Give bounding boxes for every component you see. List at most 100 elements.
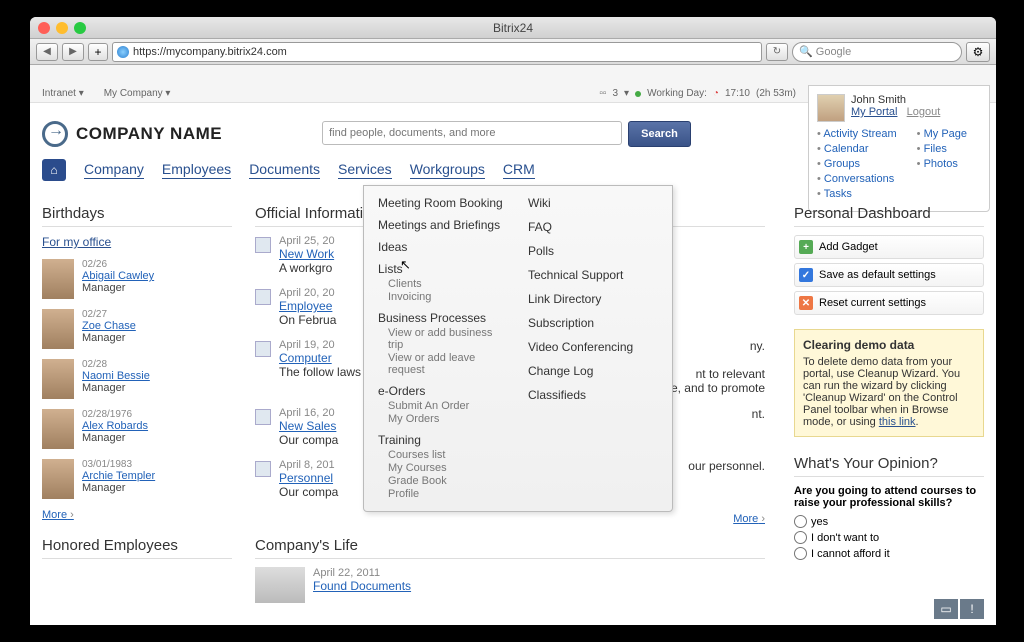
dropdown-item[interactable]: Wiki [528, 196, 658, 210]
browser-toolbar: ◀ ▶ + https://mycompany.bitrix24.com ↻ 🔍… [30, 39, 996, 65]
avatar[interactable] [42, 409, 74, 449]
dropdown-item[interactable]: Link Directory [528, 292, 658, 306]
nav-services[interactable]: Services [338, 161, 392, 179]
nav-crm[interactable]: CRM [503, 161, 535, 179]
action-icon: ✓ [799, 268, 813, 282]
birthday-name-link[interactable]: Abigail Cawley [82, 270, 154, 282]
minimize-icon[interactable] [56, 22, 68, 34]
dropdown-subitem[interactable]: Submit An Order [388, 400, 508, 412]
dropdown-item[interactable]: e-Orders [378, 384, 508, 398]
doc-icon [255, 341, 271, 357]
home-icon[interactable]: ⌂ [42, 159, 66, 181]
news-more-link[interactable]: More [733, 513, 765, 525]
logout-link[interactable]: Logout [907, 106, 941, 118]
avatar[interactable] [42, 259, 74, 299]
life-title[interactable]: Found Documents [313, 579, 411, 593]
user-link[interactable]: Groups [817, 158, 897, 170]
clock-icon: ◔ [713, 88, 719, 99]
for-my-office-link[interactable]: For my office [42, 235, 232, 249]
chat-icon[interactable]: ▭ [934, 599, 958, 619]
zoom-icon[interactable] [74, 22, 86, 34]
user-link[interactable]: Calendar [817, 143, 897, 155]
dropdown-item[interactable]: Video Conferencing [528, 340, 658, 354]
dropdown-subitem[interactable]: Clients [388, 278, 508, 290]
radio-input[interactable] [794, 531, 807, 544]
user-link[interactable]: Files [917, 143, 967, 155]
gear-icon[interactable]: ⚙ [966, 42, 990, 62]
dropdown-subitem[interactable]: Profile [388, 488, 508, 500]
dropdown-item[interactable]: Technical Support [528, 268, 658, 282]
search-placeholder: Google [816, 46, 851, 58]
dashboard-button-label: Save as default settings [819, 269, 936, 281]
dashboard-button-label: Reset current settings [819, 297, 926, 309]
user-link[interactable]: Tasks [817, 188, 897, 200]
dropdown-item[interactable]: Business Processes [378, 311, 508, 325]
nav-documents[interactable]: Documents [249, 161, 320, 179]
add-tab-button[interactable]: + [88, 43, 108, 61]
logo-text: COMPANY NAME [76, 124, 222, 144]
nav-company[interactable]: Company [84, 161, 144, 179]
search-button[interactable]: Search [628, 121, 691, 147]
user-link[interactable]: Photos [917, 158, 967, 170]
cleanup-link[interactable]: this link [879, 416, 916, 428]
my-portal-link[interactable]: My Portal [851, 106, 897, 118]
dropdown-subitem[interactable]: Grade Book [388, 475, 508, 487]
dropdown-item[interactable]: Change Log [528, 364, 658, 378]
user-link[interactable]: Activity Stream [817, 128, 897, 140]
dropdown-item[interactable]: Meetings and Briefings [378, 218, 508, 232]
birthday-name-link[interactable]: Archie Templer [82, 470, 155, 482]
poll-option[interactable]: I don't want to [794, 531, 984, 544]
dropdown-item[interactable]: Polls [528, 244, 658, 258]
dropdown-subitem[interactable]: My Courses [388, 462, 508, 474]
dropdown-item[interactable]: Ideas [378, 240, 508, 254]
nav-workgroups[interactable]: Workgroups [410, 161, 485, 179]
dashboard-button[interactable]: ✕Reset current settings [794, 291, 984, 315]
user-panel: John Smith My Portal Logout Activity Str… [808, 85, 990, 212]
poll-option[interactable]: yes [794, 515, 984, 528]
avatar[interactable] [42, 459, 74, 499]
poll-option-label: yes [811, 516, 828, 528]
company-logo[interactable]: COMPANY NAME [42, 121, 222, 147]
tab-intranet[interactable]: Intranet ▾ [36, 87, 90, 100]
birthday-name-link[interactable]: Alex Robards [82, 420, 148, 432]
reload-button[interactable]: ↻ [766, 43, 788, 61]
tab-company[interactable]: My Company ▾ [98, 87, 177, 100]
forward-button[interactable]: ▶ [62, 43, 84, 61]
search-input[interactable] [322, 121, 622, 145]
dropdown-item[interactable]: Subscription [528, 316, 658, 330]
dropdown-subitem[interactable]: View or add leave request [388, 352, 508, 376]
dropdown-subitem[interactable]: My Orders [388, 413, 508, 425]
url-bar[interactable]: https://mycompany.bitrix24.com [112, 42, 762, 62]
radio-input[interactable] [794, 547, 807, 560]
birthday-date: 02/28/1976 [82, 409, 148, 420]
dropdown-item[interactable]: Classifieds [528, 388, 658, 402]
avatar[interactable] [42, 359, 74, 399]
services-dropdown: Meeting Room Booking Meetings and Briefin… [363, 185, 673, 512]
avatar[interactable] [42, 309, 74, 349]
dashboard-button[interactable]: +Add Gadget [794, 235, 984, 259]
cleanup-heading: Clearing demo data [803, 338, 975, 352]
browser-search[interactable]: 🔍 Google [792, 42, 962, 62]
dashboard-button[interactable]: ✓ Save as default settings [794, 263, 984, 287]
dropdown-item[interactable]: FAQ [528, 220, 658, 234]
dropdown-item[interactable]: Meeting Room Booking [378, 196, 508, 210]
dropdown-item[interactable]: Lists [378, 262, 508, 276]
birthday-name-link[interactable]: Naomi Bessie [82, 370, 150, 382]
user-link[interactable]: Conversations [817, 173, 897, 185]
poll-option[interactable]: I cannot afford it [794, 547, 984, 560]
dashboard-button-label: Add Gadget [819, 241, 878, 253]
birthday-name-link[interactable]: Zoe Chase [82, 320, 136, 332]
alert-icon[interactable]: ! [960, 599, 984, 619]
birthday-item: 02/26Abigail CawleyManager [42, 259, 232, 299]
dropdown-subitem[interactable]: Invoicing [388, 291, 508, 303]
close-icon[interactable] [38, 22, 50, 34]
dropdown-subitem[interactable]: View or add business trip [388, 327, 508, 351]
dropdown-item[interactable]: Training [378, 433, 508, 447]
avatar[interactable] [817, 94, 845, 122]
radio-input[interactable] [794, 515, 807, 528]
dropdown-subitem[interactable]: Courses list [388, 449, 508, 461]
user-link[interactable]: My Page [917, 128, 967, 140]
back-button[interactable]: ◀ [36, 43, 58, 61]
birthdays-more-link[interactable]: More [42, 509, 232, 521]
nav-employees[interactable]: Employees [162, 161, 231, 179]
